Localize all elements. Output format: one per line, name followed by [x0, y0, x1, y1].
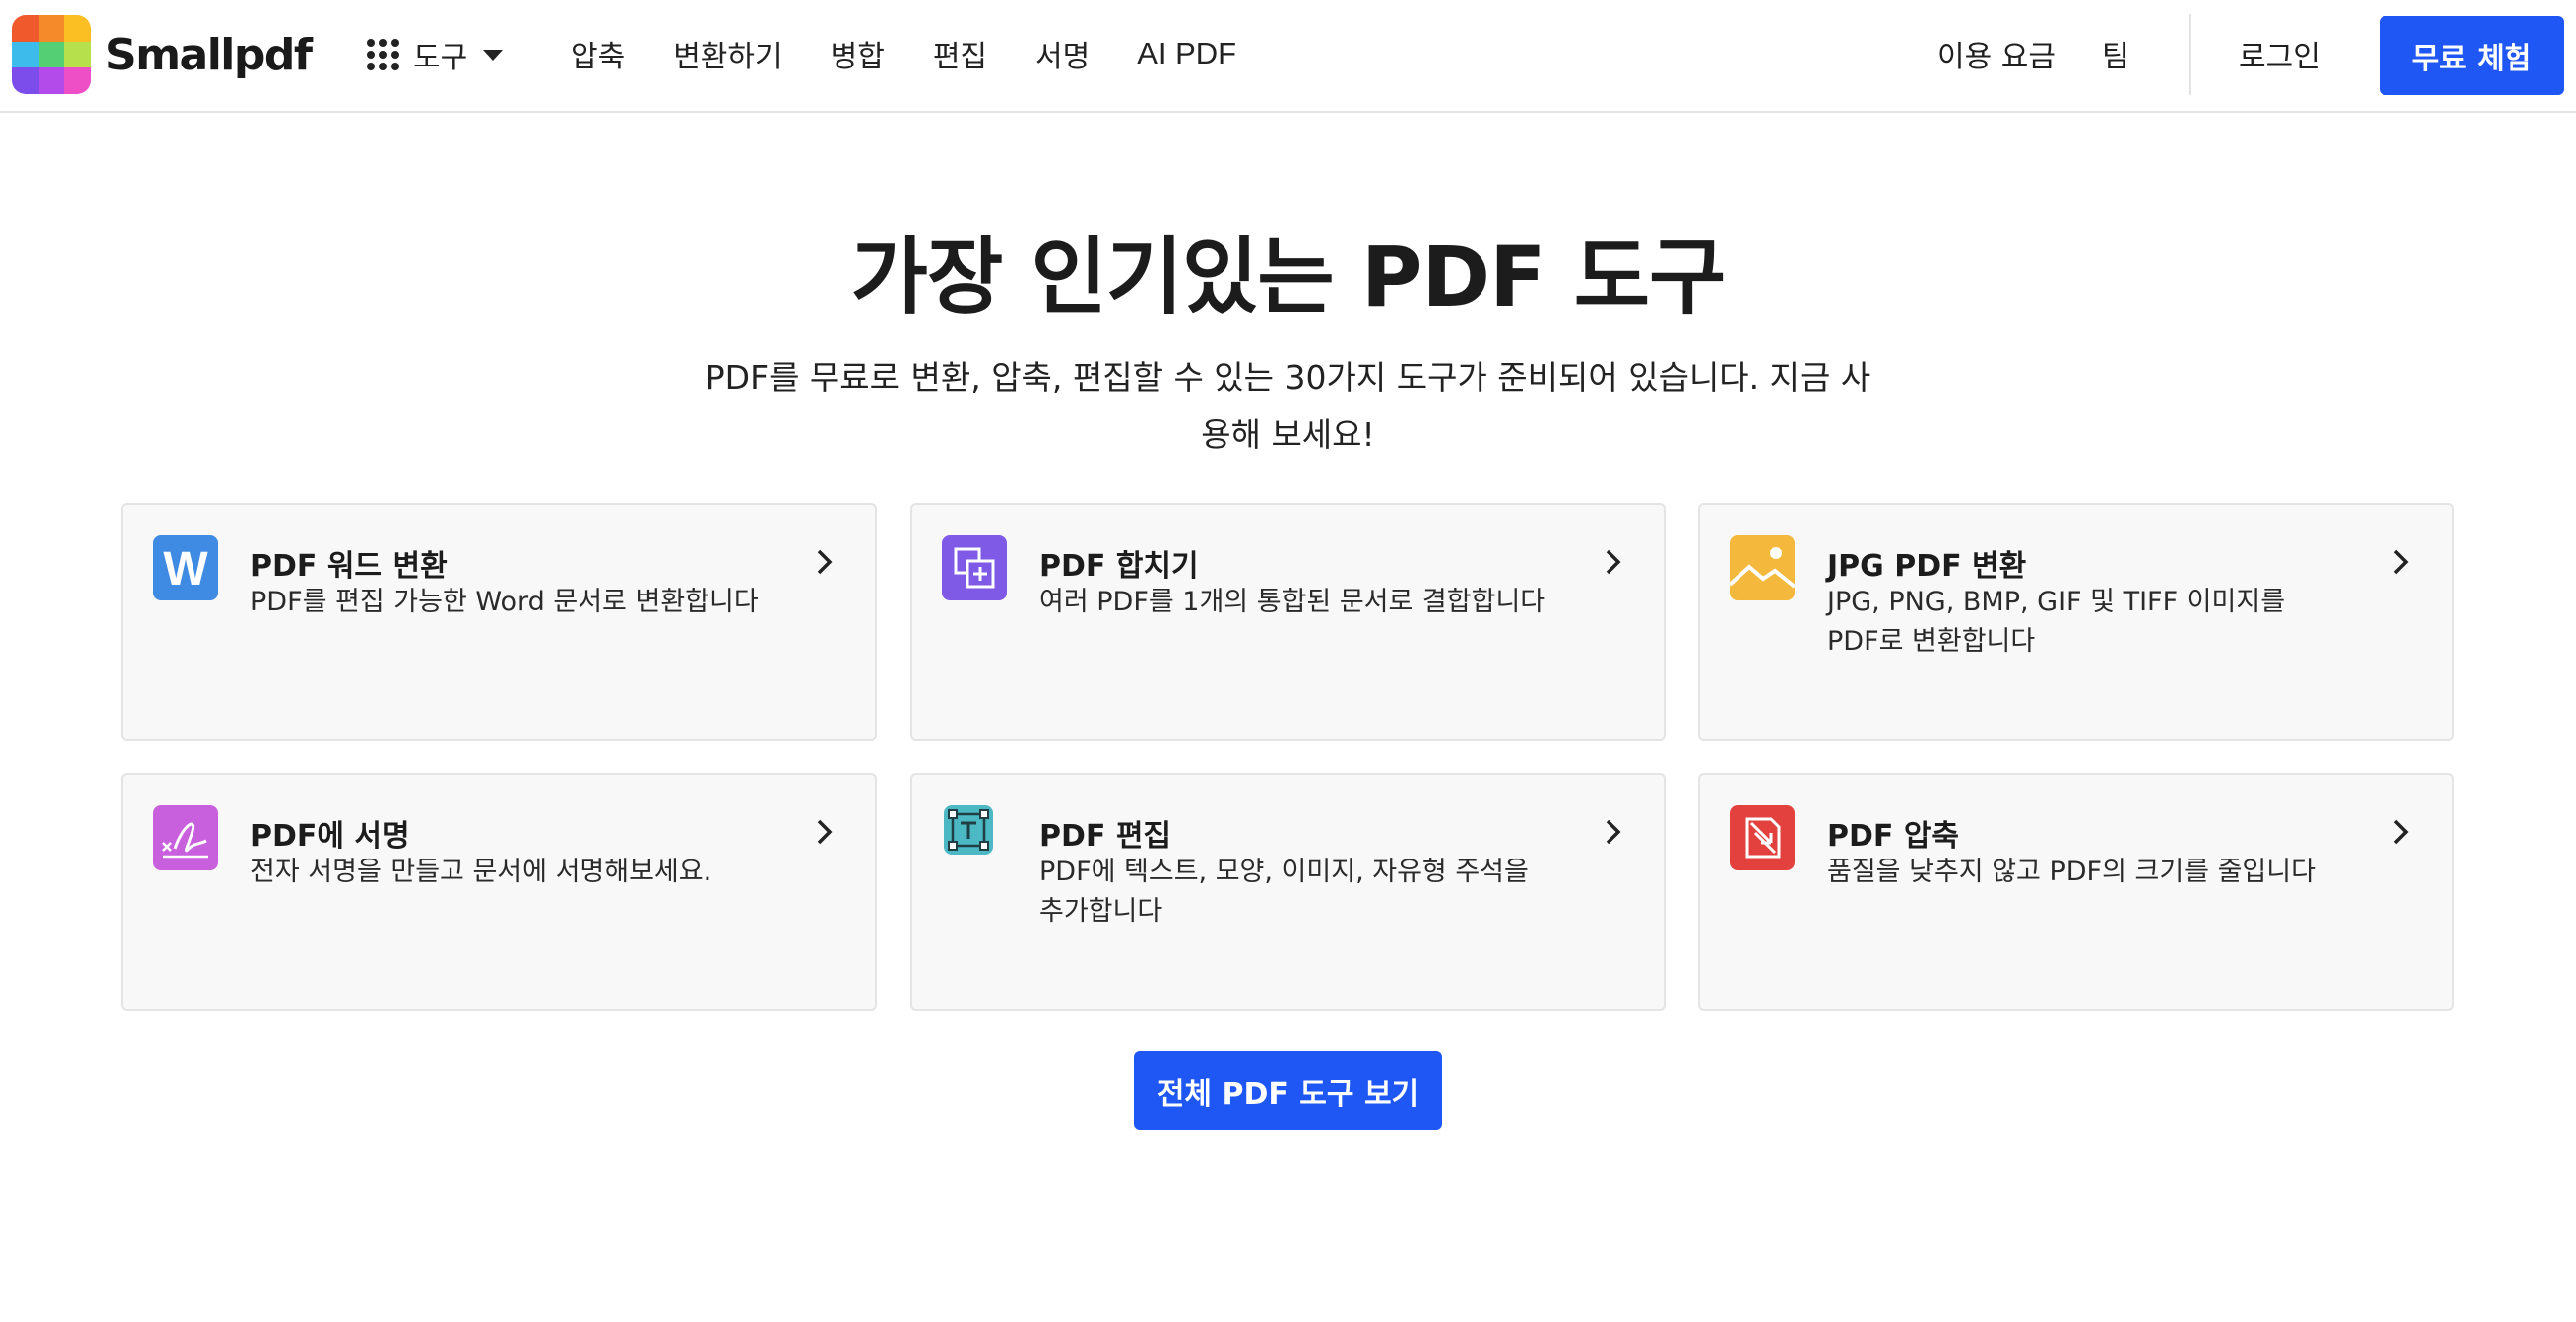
chevron-right-icon — [1606, 819, 1621, 845]
tool-card-pdf-to-word[interactable]: W PDF 워드 변환 PDF를 편집 가능한 Word 문서로 변환합니다 — [121, 503, 877, 741]
signature-icon — [153, 805, 218, 870]
tool-card-description: 전자 서명을 만들고 문서에 서명해보세요. — [250, 857, 712, 887]
tools-menu-label: 도구 — [413, 41, 468, 75]
page-title: 가장 인기있는 PDF 도구 — [850, 228, 1727, 326]
smallpdf-logo[interactable]: Smallpdf — [12, 15, 313, 94]
logo-square — [64, 15, 91, 42]
logo-square — [12, 15, 39, 42]
nav-ai-pdf[interactable]: AI PDF — [1137, 36, 1236, 71]
main-nav: 압축 변환하기 병합 편집 서명 AI PDF — [571, 0, 1284, 107]
chevron-right-icon — [817, 549, 833, 575]
tool-card-title: JPG PDF 변환 — [1827, 549, 2027, 584]
tool-card-description: 여러 PDF를 1개의 통합된 문서로 결합합니다 — [1039, 587, 1546, 617]
chevron-right-icon — [2393, 819, 2409, 845]
nav-edit[interactable]: 편집 — [933, 32, 987, 75]
nav-sign[interactable]: 서명 — [1035, 32, 1090, 75]
tool-card-title: PDF 편집 — [1039, 819, 1172, 854]
nav-merge[interactable]: 병합 — [831, 32, 885, 75]
view-all-tools-button[interactable]: 전체 PDF 도구 보기 — [1134, 1051, 1442, 1130]
top-navigation-bar: Smallpdf 도구 압축 변환하기 병합 편집 서명 AI PDF 이용 요… — [0, 0, 2576, 113]
chevron-right-icon — [1606, 549, 1621, 575]
compress-icon — [1730, 805, 1795, 870]
word-icon: W — [153, 535, 218, 600]
caret-down-icon — [483, 49, 504, 61]
header-divider — [2189, 14, 2191, 95]
edit-text-icon — [944, 805, 993, 855]
chevron-right-icon — [2393, 549, 2409, 575]
chevron-right-icon — [817, 819, 833, 845]
login-link[interactable]: 로그인 — [2239, 0, 2321, 107]
tool-card-sign-pdf[interactable]: PDF에 서명 전자 서명을 만들고 문서에 서명해보세요. — [121, 773, 877, 1011]
logo-mark-icon — [12, 15, 91, 94]
tool-card-title: PDF 압축 — [1827, 819, 1960, 854]
svg-text:W: W — [163, 543, 208, 595]
logo-square — [38, 15, 65, 42]
team-link[interactable]: 팀 — [2102, 0, 2129, 107]
grid-dots-icon — [367, 39, 399, 70]
tool-card-title: PDF 합치기 — [1039, 549, 1199, 584]
tool-card-jpg-to-pdf[interactable]: JPG PDF 변환 JPG, PNG, BMP, GIF 및 TIFF 이미지… — [1698, 503, 2454, 741]
logo-square — [64, 41, 91, 68]
logo-square — [38, 41, 65, 68]
tool-card-merge-pdf[interactable]: PDF 합치기 여러 PDF를 1개의 통합된 문서로 결합합니다 — [910, 503, 1666, 741]
nav-convert[interactable]: 변환하기 — [673, 32, 782, 75]
tools-menu-button[interactable]: 도구 — [367, 30, 504, 79]
logo-square — [38, 67, 65, 94]
pricing-link[interactable]: 이용 요금 — [1937, 0, 2056, 107]
nav-compress[interactable]: 압축 — [571, 32, 625, 75]
logo-square — [12, 41, 39, 68]
merge-icon — [942, 535, 1007, 600]
logo-square — [12, 67, 39, 94]
free-trial-button[interactable]: 무료 체험 — [2380, 16, 2564, 95]
tool-card-description: JPG, PNG, BMP, GIF 및 TIFF 이미지를 PDF로 변환합니… — [1827, 587, 2286, 657]
tool-card-title: PDF에 서명 — [250, 819, 410, 854]
tool-card-description: PDF를 편집 가능한 Word 문서로 변환합니다 — [250, 587, 759, 617]
logo-text: Smallpdf — [105, 29, 313, 80]
page-subtitle: PDF를 무료로 변환, 압축, 편집할 수 있는 30가지 도구가 준비되어 … — [705, 358, 1871, 454]
tool-card-compress-pdf[interactable]: PDF 압축 품질을 낮추지 않고 PDF의 크기를 줄입니다 — [1698, 773, 2454, 1011]
tool-card-description: PDF에 텍스트, 모양, 이미지, 자유형 주석을 추가합니다 — [1039, 857, 1529, 927]
image-icon — [1730, 535, 1795, 600]
logo-square — [64, 67, 91, 94]
tool-card-title: PDF 워드 변환 — [250, 549, 448, 584]
tool-card-edit-pdf[interactable]: PDF 편집 PDF에 텍스트, 모양, 이미지, 자유형 주석을 추가합니다 — [910, 773, 1666, 1011]
tool-card-description: 품질을 낮추지 않고 PDF의 크기를 줄입니다 — [1827, 857, 2316, 887]
